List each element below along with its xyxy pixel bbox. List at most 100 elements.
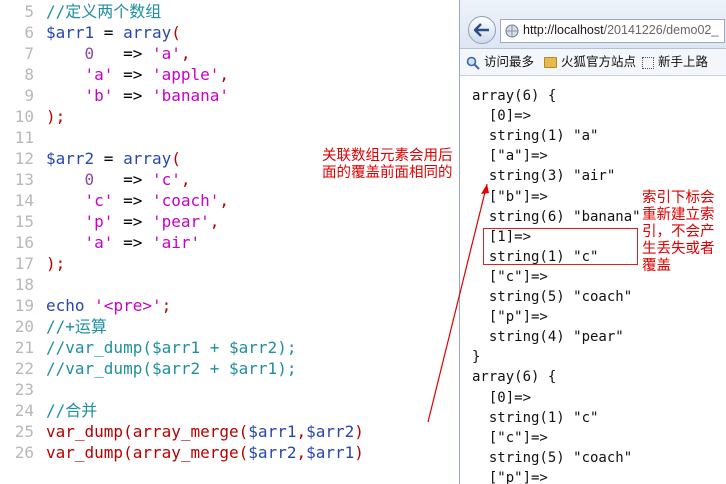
- note-line: 生丢失或者: [642, 241, 715, 257]
- note-line: 引，不会产: [642, 224, 715, 240]
- line-number: 9: [24, 86, 34, 105]
- code-text: echo '<pre>';: [46, 295, 171, 316]
- code-token: );: [46, 107, 66, 126]
- code-token: echo: [46, 296, 85, 315]
- code-text: 'b' => 'banana': [46, 85, 230, 106]
- code-token: (: [171, 23, 181, 42]
- line-number: 23: [14, 380, 34, 399]
- output-line: ["c"]=>: [472, 269, 548, 285]
- code-text: //var_dump($arr2 + $arr1);: [46, 358, 296, 379]
- folder-icon: [544, 57, 557, 69]
- output-line: ["p"]=>: [472, 309, 548, 325]
- code-token: =: [94, 23, 124, 42]
- bookmark-getting-started[interactable]: 新手上路: [642, 54, 708, 70]
- search-icon: [466, 56, 480, 70]
- code-token: 0: [84, 44, 95, 63]
- code-token: 'coach': [151, 191, 220, 210]
- code-token: ,: [296, 443, 307, 462]
- code-token: $arr1: [46, 23, 95, 42]
- code-token: $arr1: [248, 422, 297, 441]
- url-bar[interactable]: http://localhost/20141226/demo02_: [500, 19, 725, 43]
- line-number: 20: [14, 317, 34, 336]
- output-line: [0]=>: [472, 390, 532, 406]
- code-token: $arr2: [46, 149, 95, 168]
- code-line: 17);: [0, 253, 458, 274]
- code-token: $arr2: [306, 422, 355, 441]
- code-text: 'p' => 'pear',: [46, 211, 220, 232]
- bookmark-most-visited[interactable]: 访问最多: [466, 54, 534, 70]
- code-text: //var_dump($arr1 + $arr2);: [46, 337, 296, 358]
- code-line: 6 $arr1 = array(: [0, 22, 458, 43]
- code-line: 19 echo '<pre>';: [0, 295, 458, 316]
- code-token: //var_dump($arr1 + $arr2);: [46, 338, 297, 357]
- browser-toolbar: http://localhost/20141226/demo02_: [460, 0, 726, 49]
- code-line: 14 'c' => 'coach',: [0, 190, 458, 211]
- code-text: 'c' => 'coach',: [46, 190, 230, 211]
- note-line: 重新建立索: [642, 207, 715, 223]
- code-token: //var_dump($arr2 + $arr1);: [46, 359, 297, 378]
- url-path: /20141226/demo02_: [603, 23, 719, 37]
- output-line: ["c"]=>: [472, 430, 548, 446]
- code-token: //合并: [46, 401, 98, 420]
- code-line: 20 //+运算: [0, 316, 458, 337]
- code-text: );: [46, 253, 65, 274]
- code-text: $arr1 = array(: [46, 22, 181, 43]
- bookmark-label: 新手上路: [658, 55, 709, 69]
- code-token: array: [123, 149, 172, 168]
- line-number: 6: [24, 23, 34, 42]
- code-token: 'c': [151, 170, 181, 189]
- url-text: http://localhost/20141226/demo02_: [523, 23, 718, 37]
- code-line: 9 'b' => 'banana': [0, 85, 458, 106]
- code-token: 'a': [151, 44, 181, 63]
- line-number: 19: [14, 296, 34, 315]
- output-line: ["p"]=>: [472, 470, 548, 484]
- code-token: =>: [113, 86, 152, 105]
- code-token: var_dump(array_merge(: [46, 422, 249, 441]
- code-token: 0: [84, 170, 95, 189]
- code-token: ,: [209, 212, 220, 231]
- code-token: ,: [296, 422, 307, 441]
- line-number: 24: [14, 401, 34, 420]
- code-line: 24 //合并: [0, 400, 458, 421]
- code-line: 10);: [0, 106, 458, 127]
- code-token: array: [123, 23, 172, 42]
- code-line: 5 //定义两个数组: [0, 1, 458, 22]
- code-text: //+运算: [46, 316, 107, 337]
- code-editor[interactable]: 5//定义两个数组 6 $arr1 = array(7 0 => 'a', 8 'a'…: [0, 0, 458, 484]
- output-line: string(3) "air": [472, 168, 616, 184]
- code-token: =>: [113, 233, 152, 252]
- code-token: =>: [113, 212, 152, 231]
- output-line: ["a"]=>: [472, 148, 548, 164]
- code-token: ): [354, 422, 364, 441]
- line-number: 12: [14, 149, 34, 168]
- code-line: 15 'p' => 'pear',: [0, 211, 458, 232]
- note-line: 面的覆盖前面相同的: [322, 165, 453, 181]
- line-number: 16: [14, 233, 34, 252]
- bookmark-firefox-official[interactable]: 火狐官方站点: [544, 54, 636, 70]
- page-icon: [642, 56, 654, 69]
- code-line: 16 'a' => 'air': [0, 232, 458, 253]
- output-line: string(1) "c": [472, 410, 599, 426]
- code-token: =>: [94, 170, 152, 189]
- code-text: 0 => 'a',: [46, 43, 191, 64]
- output-line: }: [472, 349, 481, 365]
- bookmarks-bar: 访问最多 火狐官方站点 新手上路: [460, 49, 726, 76]
- code-token: 'p': [84, 212, 114, 231]
- line-number: 21: [14, 338, 34, 357]
- code-token: 'air': [151, 233, 201, 252]
- line-number: 13: [14, 170, 34, 189]
- code-line: 11: [0, 127, 458, 148]
- globe-icon: [505, 24, 519, 38]
- note-line: 关联数组元素会用后: [322, 148, 453, 164]
- code-text: 'a' => 'air': [46, 232, 201, 253]
- index-array-note: 索引下标会 重新建立索 引，不会产 生丢失或者 覆盖: [642, 190, 715, 275]
- output-line: string(5) "coach": [472, 289, 633, 305]
- code-text: $arr2 = array(: [46, 148, 181, 169]
- note-line: 覆盖: [642, 258, 671, 274]
- back-button[interactable]: [468, 16, 496, 44]
- page-content: array(6) { [0]=> string(1) "a" ["a"]=> s…: [460, 76, 726, 484]
